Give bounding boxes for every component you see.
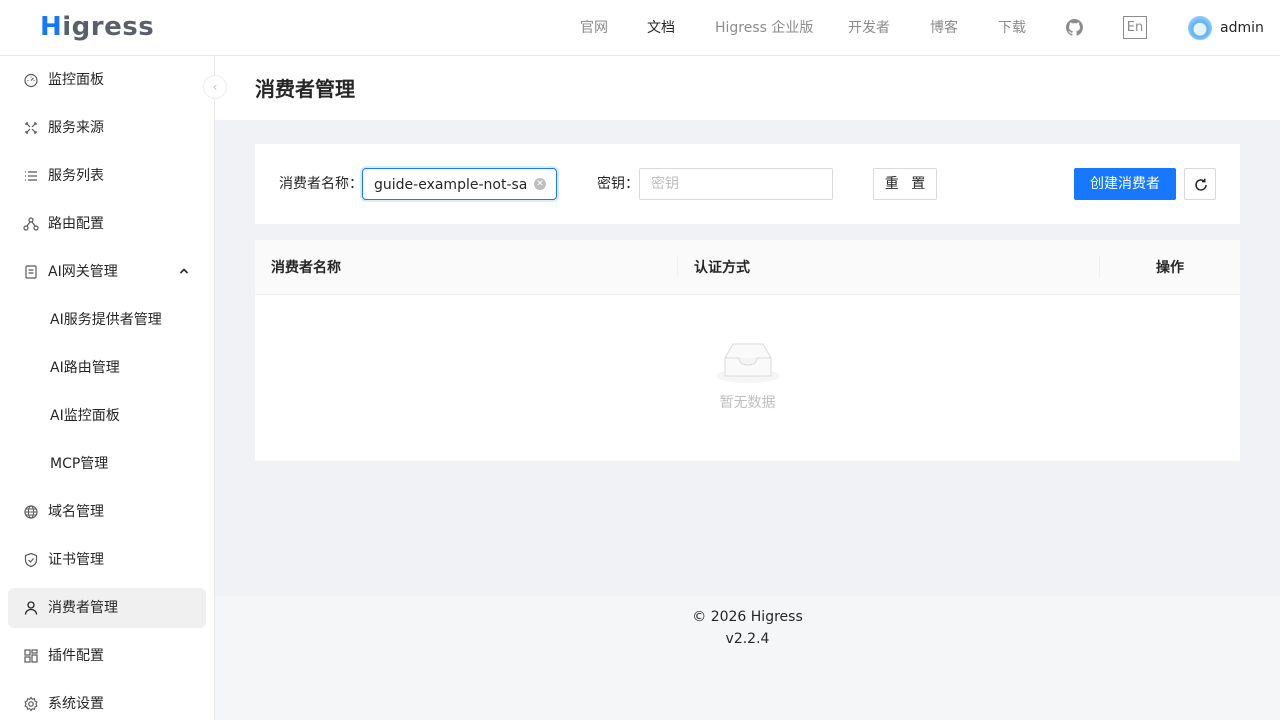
user-icon [24, 601, 38, 615]
column-actions: 操作 [1156, 260, 1184, 276]
sidebar-item-ai-provider[interactable]: AI服务提供者管理 [8, 300, 206, 340]
sidebar-item-mcp[interactable]: MCP管理 [8, 444, 206, 484]
sidebar-item-label: AI路由管理 [50, 360, 120, 376]
dashboard-icon [24, 73, 38, 88]
sidebar-item-label: AI服务提供者管理 [50, 312, 162, 328]
sidebar-item-certificate[interactable]: 证书管理 [8, 540, 206, 580]
version: v2.2.4 [725, 631, 770, 647]
table-header: 消费者名称 认证方式 操作 [255, 240, 1240, 295]
shield-icon [24, 552, 38, 568]
sidebar-collapse-button[interactable]: ‹ [203, 75, 227, 99]
nav-enterprise[interactable]: Higress 企业版 [715, 18, 813, 38]
gear-icon [24, 696, 38, 712]
sidebar: 监控面板 服务来源 服务列表 路由配置 AI网关管理 AI服务提供者管理 AI路… [0, 56, 215, 720]
chevron-left-icon: ‹ [212, 80, 218, 94]
page-header: 消费者管理 [215, 56, 1280, 120]
sidebar-item-monitor[interactable]: 监控面板 [8, 60, 206, 100]
empty-state-text: 暂无数据 [719, 395, 776, 411]
sidebar-item-settings[interactable]: 系统设置 [8, 684, 206, 720]
avatar[interactable] [1188, 16, 1212, 40]
nav-official-site[interactable]: 官网 [580, 18, 608, 38]
column-divider [677, 256, 678, 278]
column-consumer-name: 消费者名称 [271, 260, 341, 276]
sidebar-item-label: 插件配置 [48, 648, 104, 664]
sidebar-item-plugin[interactable]: 插件配置 [8, 636, 206, 676]
sidebar-item-domain[interactable]: 域名管理 [8, 492, 206, 532]
top-header: Higress 官网 文档 Higress 企业版 开发者 博客 下载 En a… [0, 0, 1280, 56]
consumer-name-label: 消费者名称： [279, 176, 363, 192]
sidebar-item-label: 证书管理 [48, 552, 104, 568]
reset-button[interactable]: 重 置 [873, 168, 937, 200]
sidebar-item-label: MCP管理 [50, 456, 109, 472]
language-toggle-button[interactable]: En [1123, 16, 1147, 39]
column-divider [1099, 256, 1100, 278]
sidebar-item-label: 域名管理 [48, 504, 104, 520]
sidebar-item-label: 路由配置 [48, 216, 104, 232]
sidebar-item-service-list[interactable]: 服务列表 [8, 156, 206, 196]
nav-blog[interactable]: 博客 [930, 18, 958, 38]
footer: © 2026 Higress v2.2.4 [215, 596, 1280, 720]
sidebar-item-ai-gateway[interactable]: AI网关管理 [8, 252, 206, 292]
github-icon[interactable] [1066, 19, 1083, 36]
sidebar-item-label: 消费者管理 [48, 600, 118, 616]
nav-developers[interactable]: 开发者 [848, 18, 890, 38]
chevron-up-icon [179, 268, 189, 274]
ai-gateway-icon [25, 265, 37, 279]
create-consumer-button[interactable]: 创建消费者 [1074, 168, 1176, 200]
refresh-icon [1195, 178, 1207, 191]
sidebar-item-service-source[interactable]: 服务来源 [8, 108, 206, 148]
logo-text-rest: igress [62, 12, 155, 42]
sidebar-item-label: 系统设置 [48, 696, 104, 712]
sidebar-item-label: AI监控面板 [50, 408, 120, 424]
higress-logo[interactable]: Higress [40, 12, 154, 42]
sidebar-item-label: 监控面板 [48, 72, 104, 88]
sidebar-item-label: 服务列表 [48, 168, 104, 184]
filter-form: 消费者名称： ✕ 密钥： 重 置 创建消费者 [255, 144, 1240, 224]
sidebar-item-ai-monitor[interactable]: AI监控面板 [8, 396, 206, 436]
sidebar-item-route[interactable]: 路由配置 [8, 204, 206, 244]
consumer-table: 消费者名称 认证方式 操作 暂无数据 [255, 240, 1240, 461]
empty-inbox-icon [716, 343, 780, 383]
clear-icon[interactable]: ✕ [534, 178, 546, 190]
consumer-name-field[interactable]: ✕ [362, 168, 557, 200]
key-label: 密钥： [597, 176, 639, 192]
plugin-icon [24, 649, 38, 663]
nav-download[interactable]: 下载 [998, 18, 1026, 38]
sidebar-item-label: AI网关管理 [48, 264, 118, 280]
route-icon [23, 217, 39, 231]
list-icon [25, 171, 37, 181]
column-auth-method: 认证方式 [694, 260, 750, 276]
sidebar-item-label: 服务来源 [48, 120, 104, 136]
source-icon [25, 122, 37, 134]
sidebar-item-consumer[interactable]: 消费者管理 [8, 588, 206, 628]
globe-icon [24, 505, 38, 519]
nav-docs[interactable]: 文档 [647, 18, 675, 38]
refresh-button[interactable] [1184, 168, 1216, 200]
username[interactable]: admin [1220, 18, 1264, 38]
copyright: © 2026 Higress [692, 609, 803, 625]
consumer-name-input[interactable] [374, 175, 528, 195]
sidebar-item-ai-route[interactable]: AI路由管理 [8, 348, 206, 388]
page-title: 消费者管理 [255, 77, 355, 101]
key-input[interactable] [639, 168, 833, 200]
